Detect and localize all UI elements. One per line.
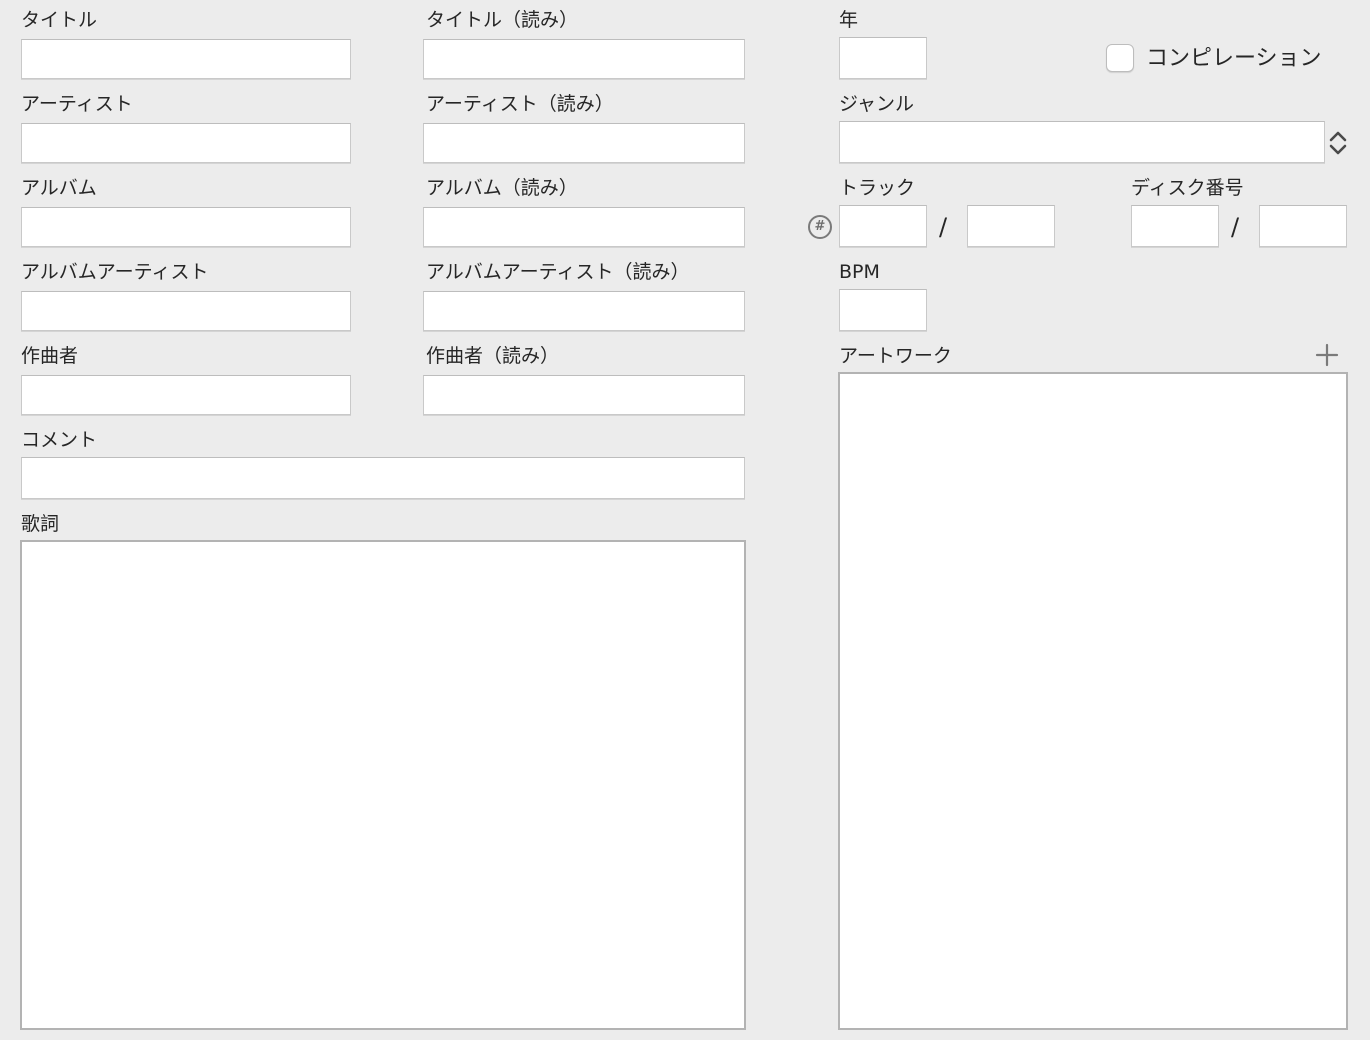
comment-label: コメント bbox=[21, 429, 98, 451]
track-separator: / bbox=[939, 213, 948, 241]
bpm-input[interactable] bbox=[839, 289, 927, 331]
comment-input[interactable] bbox=[21, 457, 745, 499]
album-artist-input[interactable] bbox=[21, 291, 351, 331]
genre-label: ジャンル bbox=[839, 93, 915, 115]
artist-label: アーティスト bbox=[21, 93, 133, 115]
composer-reading-label: 作曲者（読み） bbox=[426, 345, 560, 367]
hash-icon[interactable]: # bbox=[808, 215, 832, 239]
album-artist-label: アルバムアーティスト bbox=[21, 261, 209, 283]
track-label: トラック bbox=[839, 177, 916, 199]
title-input[interactable] bbox=[21, 39, 351, 79]
compilation-label[interactable]: コンピレーション bbox=[1146, 46, 1322, 72]
disc-number-label: ディスク番号 bbox=[1131, 177, 1244, 199]
album-artist-reading-label: アルバムアーティスト（読み） bbox=[426, 261, 690, 283]
disc-total-input[interactable] bbox=[1259, 205, 1347, 247]
bpm-label: BPM bbox=[839, 261, 880, 283]
title-label: タイトル bbox=[21, 9, 98, 31]
title-reading-label: タイトル（読み） bbox=[426, 9, 579, 31]
disc-number-input[interactable] bbox=[1131, 205, 1219, 247]
album-reading-label: アルバム（読み） bbox=[426, 177, 578, 199]
album-input[interactable] bbox=[21, 207, 351, 247]
year-input[interactable] bbox=[839, 37, 927, 79]
album-reading-input[interactable] bbox=[423, 207, 745, 247]
composer-label: 作曲者 bbox=[21, 345, 79, 367]
chevron-up-down-icon[interactable] bbox=[1328, 130, 1348, 156]
composer-reading-input[interactable] bbox=[423, 375, 745, 415]
album-artist-reading-input[interactable] bbox=[423, 291, 745, 331]
composer-input[interactable] bbox=[21, 375, 351, 415]
compilation-checkbox[interactable] bbox=[1106, 44, 1134, 72]
disc-separator: / bbox=[1231, 213, 1240, 241]
artist-reading-label: アーティスト（読み） bbox=[426, 93, 614, 115]
artist-input[interactable] bbox=[21, 123, 351, 163]
track-number-input[interactable] bbox=[839, 205, 927, 247]
lyrics-textarea[interactable] bbox=[20, 540, 746, 1030]
plus-icon[interactable] bbox=[1314, 342, 1340, 368]
title-reading-input[interactable] bbox=[423, 39, 745, 79]
genre-input[interactable] bbox=[839, 121, 1325, 163]
track-total-input[interactable] bbox=[967, 205, 1055, 247]
album-label: アルバム bbox=[21, 177, 97, 199]
artwork-label: アートワーク bbox=[839, 345, 952, 367]
year-label: 年 bbox=[839, 9, 859, 31]
artwork-well[interactable] bbox=[838, 372, 1348, 1030]
artist-reading-input[interactable] bbox=[423, 123, 745, 163]
lyrics-label: 歌詞 bbox=[21, 513, 60, 535]
